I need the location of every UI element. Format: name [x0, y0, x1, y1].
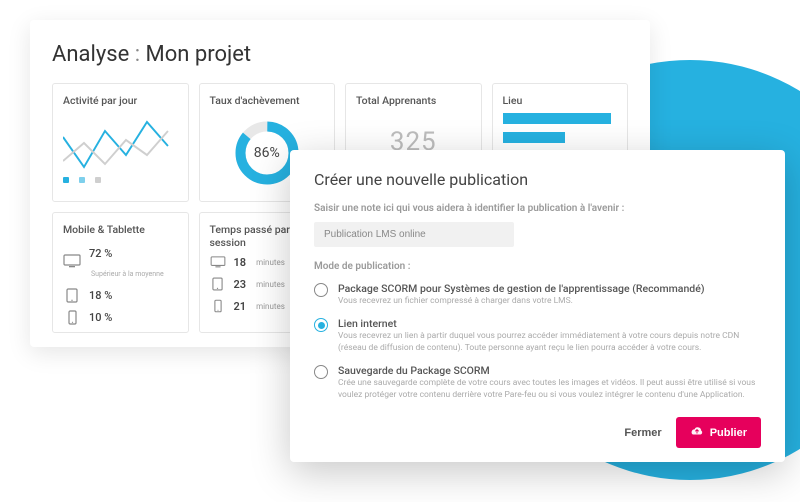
title-separator: :: [129, 42, 145, 67]
title-prefix: Analyse: [52, 42, 129, 67]
device-row: 18 %: [63, 288, 178, 302]
radio-icon: [314, 365, 328, 379]
option-title: Lien internet: [338, 317, 761, 330]
session-unit: minutes: [256, 302, 285, 311]
option-desc: Vous recevrez un fichier compressé à cha…: [338, 296, 705, 307]
publication-note-input[interactable]: [314, 222, 514, 247]
legend-dot: [95, 177, 101, 183]
session-unit: minutes: [256, 280, 285, 289]
option-desc: Vous recevrez un lien à partir duquel vo…: [338, 331, 761, 354]
tablet-icon: [63, 288, 81, 302]
modal-footer: Fermer Publier: [314, 417, 761, 448]
card-activity-per-day: Activité par jour: [52, 83, 189, 202]
radio-icon: [314, 283, 328, 297]
device-sublabel: Supérieur à la moyenne: [91, 270, 164, 278]
device-percent: 10 %: [89, 311, 112, 324]
phone-icon: [63, 310, 81, 324]
option-desc: Crée une sauvegarde complète de votre co…: [338, 378, 761, 401]
card-title: Lieu: [503, 94, 618, 107]
monitor-icon: [63, 254, 81, 268]
radio-icon: [314, 318, 328, 332]
option-title: Package SCORM pour Systèmes de gestion d…: [338, 282, 705, 295]
publication-mode-options: Package SCORM pour Systèmes de gestion d…: [314, 282, 761, 401]
legend: [63, 177, 178, 183]
device-percent: 72 %: [89, 247, 112, 260]
cloud-upload-icon: [690, 425, 704, 440]
note-hint: Saisir une note ici qui vous aidera à id…: [314, 203, 761, 214]
page-title: Analyse : Mon projet: [52, 42, 628, 67]
session-minutes: 23: [234, 278, 247, 291]
bar: [503, 132, 566, 143]
legend-dot: [79, 177, 85, 183]
tablet-icon: [210, 277, 226, 291]
option-web-link[interactable]: Lien internet Vous recevrez un lien à pa…: [314, 317, 761, 354]
device-row: 10 %: [63, 310, 178, 324]
donut-percent: 86%: [254, 145, 280, 161]
phone-icon: [210, 299, 226, 313]
card-title: Taux d'achèvement: [210, 94, 325, 107]
publish-label: Publier: [710, 427, 747, 439]
close-button[interactable]: Fermer: [624, 427, 661, 439]
card-title: Mobile & Tablette: [63, 223, 178, 236]
line-chart: [63, 113, 178, 173]
device-list: 72 % Supérieur à la moyenne 18 % 10 %: [63, 242, 178, 324]
card-title: Total Apprenants: [356, 94, 471, 107]
modal-title: Créer une nouvelle publication: [314, 170, 761, 189]
legend-dot: [63, 177, 69, 183]
session-minutes: 21: [234, 300, 247, 313]
option-scorm-backup[interactable]: Sauvegarde du Package SCORM Crée une sau…: [314, 364, 761, 401]
device-percent: 18 %: [89, 289, 112, 302]
option-scorm-package[interactable]: Package SCORM pour Systèmes de gestion d…: [314, 282, 761, 307]
session-minutes: 18: [234, 256, 247, 269]
monitor-icon: [210, 255, 226, 269]
bar: [503, 113, 612, 124]
card-title: Activité par jour: [63, 94, 178, 107]
new-publication-modal: Créer une nouvelle publication Saisir un…: [290, 150, 785, 462]
session-unit: minutes: [256, 258, 285, 267]
project-name: Mon projet: [146, 42, 252, 67]
publish-button[interactable]: Publier: [676, 417, 761, 448]
mode-label: Mode de publication :: [314, 261, 761, 272]
option-title: Sauvegarde du Package SCORM: [338, 364, 761, 377]
card-mobile-tablet: Mobile & Tablette 72 % Supérieur à la mo…: [52, 212, 189, 333]
device-row: 72 % Supérieur à la moyenne: [63, 242, 178, 280]
